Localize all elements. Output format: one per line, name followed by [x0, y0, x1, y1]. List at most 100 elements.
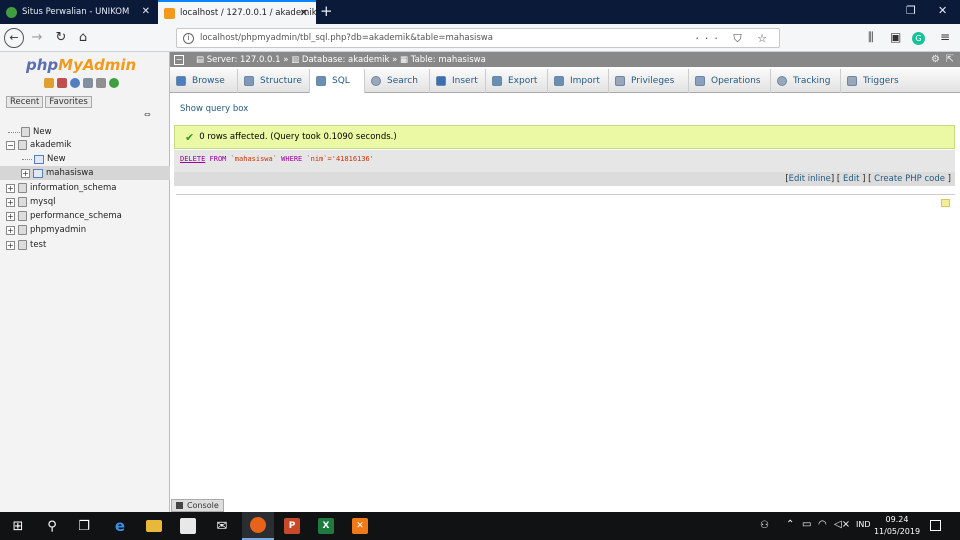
- restore-window-icon[interactable]: ❐: [906, 4, 916, 17]
- xampp-button[interactable]: ✕: [344, 512, 376, 540]
- people-icon[interactable]: ⚇: [760, 520, 769, 531]
- tree-item-new-database[interactable]: New: [0, 125, 170, 139]
- tree-item-phpmyadmin[interactable]: + phpmyadmin: [0, 223, 170, 237]
- language-indicator[interactable]: IND: [856, 520, 871, 529]
- task-view-button[interactable]: ❐: [68, 512, 100, 540]
- phpmyadmin-logo[interactable]: phpMyAdmin: [26, 56, 136, 74]
- clock-date: 11/05/2019: [873, 527, 921, 536]
- tree-item-label: information_schema: [30, 183, 117, 193]
- favorites-button[interactable]: Favorites: [45, 96, 92, 108]
- tab-insert[interactable]: Insert: [430, 69, 486, 93]
- tree-item-mysql[interactable]: + mysql: [0, 195, 170, 209]
- library-icon[interactable]: ⫼: [868, 30, 874, 45]
- close-tab-icon[interactable]: ✕: [300, 8, 308, 19]
- url-bar[interactable]: i localhost/phpmyadmin/tbl_sql.php?db=ak…: [176, 28, 780, 48]
- tree-item-label: phpmyadmin: [30, 225, 87, 235]
- tab-label: Import: [570, 76, 600, 86]
- home-icon[interactable]: [44, 78, 54, 88]
- tree-item-test[interactable]: + test: [0, 238, 170, 252]
- expand-icon[interactable]: +: [6, 225, 15, 235]
- volume-muted-icon[interactable]: ◁×: [834, 519, 850, 530]
- reload-nav-icon[interactable]: [109, 78, 119, 88]
- excel-button[interactable]: X: [310, 512, 342, 540]
- show-query-box-link[interactable]: Show query box: [180, 104, 248, 114]
- expand-icon[interactable]: +: [6, 197, 15, 207]
- breadcrumb-table[interactable]: Table: mahasiswa: [411, 55, 486, 65]
- tab-label: Browse: [192, 76, 225, 86]
- collapse-icon[interactable]: −: [6, 140, 15, 150]
- clock[interactable]: 09.24 11/05/2019: [872, 514, 922, 538]
- logout-icon[interactable]: [57, 78, 67, 88]
- file-explorer-button[interactable]: [138, 512, 170, 540]
- notifications-icon[interactable]: [930, 520, 941, 531]
- structure-icon: [244, 76, 254, 86]
- tree-item-akademik[interactable]: − akademik: [0, 138, 170, 152]
- firefox-button[interactable]: [242, 512, 274, 540]
- tab-import[interactable]: Import: [548, 69, 609, 93]
- edge-button[interactable]: e: [104, 512, 136, 540]
- link-with-main-icon[interactable]: ⇔: [144, 110, 151, 119]
- sql-keyword[interactable]: DELETE: [180, 155, 205, 163]
- network-icon[interactable]: ▭: [802, 519, 811, 530]
- site-info-icon[interactable]: i: [183, 32, 194, 44]
- browser-tab-phpmyadmin[interactable]: localhost / 127.0.0.1 / akademik ✕: [158, 0, 316, 24]
- recent-button[interactable]: Recent: [6, 96, 44, 108]
- forward-button[interactable]: →: [28, 29, 46, 47]
- create-php-code-link[interactable]: Create PHP code: [874, 174, 945, 184]
- expand-icon[interactable]: +: [6, 211, 15, 221]
- tab-sql[interactable]: SQL: [310, 69, 365, 93]
- console-icon: [176, 502, 183, 509]
- edit-inline-link[interactable]: Edit inline: [789, 174, 831, 184]
- breadcrumb-database[interactable]: Database: akademik: [302, 55, 390, 65]
- search-button[interactable]: ⚲: [36, 512, 68, 540]
- start-button[interactable]: ⊞: [2, 512, 34, 540]
- wifi-icon[interactable]: ◠: [818, 519, 827, 530]
- clock-time: 09.24: [885, 515, 909, 524]
- expand-icon[interactable]: +: [6, 183, 15, 193]
- query-actions: [Edit inline] [ Edit ] [ Create PHP code…: [174, 172, 955, 186]
- expand-icon[interactable]: +: [21, 168, 30, 178]
- powerpoint-button[interactable]: P: [276, 512, 308, 540]
- collapse-nav-icon[interactable]: −: [174, 54, 184, 65]
- tab-search[interactable]: Search: [365, 69, 430, 93]
- store-button[interactable]: [172, 512, 204, 540]
- sticky-note-icon[interactable]: [941, 199, 950, 207]
- tab-privileges[interactable]: Privileges: [609, 69, 689, 93]
- close-tab-icon[interactable]: ✕: [142, 6, 150, 17]
- folder-icon: [146, 520, 162, 532]
- breadcrumb-separator: »: [280, 54, 292, 65]
- menu-icon[interactable]: ≡: [940, 30, 950, 44]
- collapse-icon[interactable]: ⇱: [946, 54, 954, 65]
- tree-line: [22, 158, 32, 160]
- tab-export[interactable]: Export: [486, 69, 548, 93]
- expand-icon[interactable]: +: [6, 240, 15, 250]
- tree-item-information-schema[interactable]: + information_schema: [0, 181, 170, 195]
- settings-icon[interactable]: [96, 78, 106, 88]
- browser-tab-situs-perwalian[interactable]: Situs Perwalian - UNIKOM ✕: [0, 0, 158, 24]
- console-toggle[interactable]: Console: [171, 499, 224, 512]
- tab-tracking[interactable]: Tracking: [771, 69, 841, 93]
- tree-item-performance-schema[interactable]: + performance_schema: [0, 209, 170, 223]
- reload-icon[interactable]: ↻: [52, 29, 70, 47]
- mail-button[interactable]: ✉: [206, 512, 238, 540]
- edit-link[interactable]: Edit: [843, 174, 859, 184]
- tab-browse[interactable]: Browse: [170, 69, 238, 93]
- page-actions-icons[interactable]: ··· ⛉ ☆: [695, 32, 773, 46]
- chevron-up-icon[interactable]: ⌃: [786, 519, 794, 530]
- new-tab-button[interactable]: +: [320, 2, 333, 20]
- tab-structure[interactable]: Structure: [238, 69, 310, 93]
- close-window-icon[interactable]: ✕: [938, 4, 947, 17]
- tree-item-label: performance_schema: [30, 211, 122, 221]
- docs-icon[interactable]: [83, 78, 93, 88]
- settings-gear-icon[interactable]: ⚙: [931, 54, 940, 65]
- tree-item-mahasiswa[interactable]: + mahasiswa: [0, 166, 170, 180]
- breadcrumb-server[interactable]: Server: 127.0.0.1: [207, 55, 281, 65]
- tree-item-new-table[interactable]: New: [0, 152, 170, 166]
- tab-triggers[interactable]: Triggers: [841, 69, 909, 93]
- sidebar-toggle-icon[interactable]: ▣: [890, 30, 901, 44]
- grammarly-extension-icon[interactable]: G: [912, 32, 925, 45]
- help-icon[interactable]: [70, 78, 80, 88]
- tab-operations[interactable]: Operations: [689, 69, 771, 93]
- home-icon[interactable]: ⌂: [74, 29, 92, 47]
- back-button[interactable]: ←: [4, 28, 24, 48]
